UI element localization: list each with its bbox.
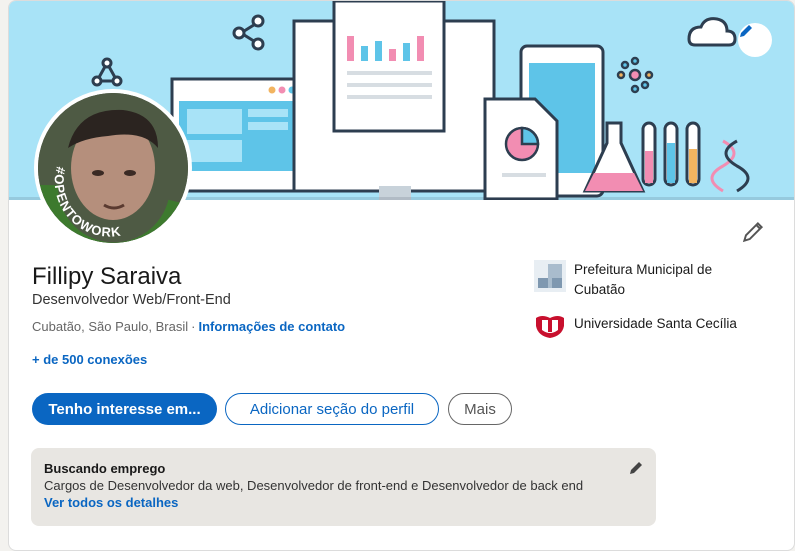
add-profile-section-button[interactable]: Adicionar seção do perfil [225,393,439,425]
profile-card: #OPENTOWORK Fillipy Saraiva Desenvolvedo… [8,0,795,551]
profile-name: Fillipy Saraiva [32,263,182,290]
open-to-work-card: Buscando emprego Cargos de Desenvolvedor… [31,448,656,526]
avatar-photo: #OPENTOWORK [38,93,188,243]
pencil-icon [740,25,752,37]
edit-banner-button[interactable] [738,23,772,57]
open-to-work-description: Cargos de Desenvolvedor da web, Desenvol… [44,478,584,493]
contact-info-link[interactable]: Informações de contato [198,319,345,334]
org-name: Prefeitura Municipal de Cubatão [574,262,713,297]
edit-open-to-work-button[interactable] [628,460,644,476]
open-to-button[interactable]: Tenho interesse em... [32,393,217,425]
org-item-prefeitura[interactable]: Prefeitura Municipal de Cubatão [534,260,744,300]
avatar: #OPENTOWORK [38,93,188,243]
building-logo-icon [534,260,566,292]
see-all-details-link[interactable]: Ver todos os detalhes [44,495,178,510]
more-button[interactable]: Mais [448,393,512,425]
profile-headline: Desenvolvedor Web/Front-End [32,292,231,308]
edit-profile-button[interactable] [740,219,766,245]
location-line: Cubatão, São Paulo, Brasil · Informações d… [32,319,345,334]
profile-photo[interactable]: #OPENTOWORK [34,89,192,247]
org-item-universidade[interactable]: Universidade Santa Cecília [534,314,744,338]
pencil-icon [630,462,642,474]
pencil-icon [742,221,764,243]
connections-link[interactable]: + de 500 conexões [32,352,147,367]
org-name: Universidade Santa Cecília [574,316,737,331]
location-text: Cubatão, São Paulo, Brasil [32,319,189,334]
separator-dot: · [191,319,196,334]
university-crest-icon [536,316,564,338]
open-to-work-title: Buscando emprego [44,461,166,476]
